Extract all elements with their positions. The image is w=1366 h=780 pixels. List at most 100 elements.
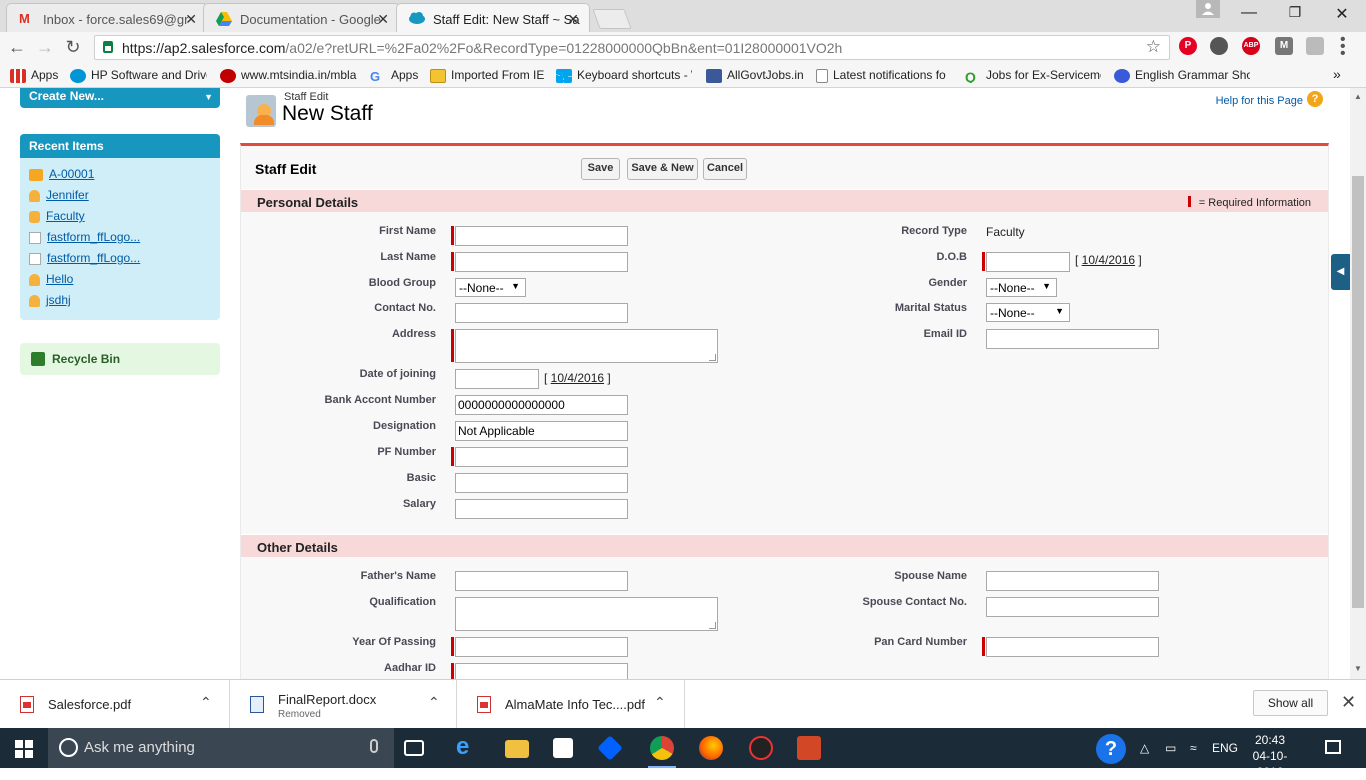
dob-today-link[interactable]: [ 10/4/2016 ]	[1075, 253, 1142, 267]
bookmark-latest-notifications[interactable]: Latest notifications fo	[816, 68, 951, 83]
adblock-plus-icon[interactable]: ABP	[1242, 37, 1260, 55]
show-all-downloads-button[interactable]: Show all	[1253, 690, 1328, 716]
gender-select[interactable]: --None-- ▼	[986, 278, 1057, 297]
tab-staff-edit[interactable]: Staff Edit: New Staff ~ Sa ✕	[396, 3, 590, 32]
new-tab-button[interactable]	[592, 9, 632, 29]
edge-icon[interactable]: e	[456, 735, 480, 760]
bookmark-mtsindia[interactable]: www.mtsindia.in/mbla	[220, 68, 357, 83]
close-window-icon[interactable]: ✕	[1322, 4, 1362, 24]
pan-card-input[interactable]	[986, 637, 1159, 657]
pinterest-icon[interactable]: P	[1179, 37, 1197, 55]
profile-avatar[interactable]	[1196, 0, 1220, 18]
download-item[interactable]: FinalReport.docx Removed ⌃	[230, 680, 457, 729]
restore-icon[interactable]: ❐	[1275, 4, 1315, 21]
recent-item[interactable]: fastform_ffLogo...	[29, 230, 140, 248]
cortana-search-box[interactable]: Ask me anything	[48, 728, 394, 768]
wifi-icon[interactable]: ≈	[1190, 741, 1197, 755]
network-icon[interactable]: ▭	[1165, 741, 1176, 755]
minimize-icon[interactable]: —	[1229, 4, 1269, 22]
bookmark-jobs-ex-servicemen[interactable]: Q Jobs for Ex-Serviceme	[965, 68, 1101, 83]
spouse-contact-input[interactable]	[986, 597, 1159, 617]
bookmark-hp[interactable]: HP Software and Drive	[70, 68, 207, 83]
marital-status-select[interactable]: --None-- ▼	[986, 303, 1070, 322]
address-bar[interactable]: https://ap2.salesforce.com/a02/e?retURL=…	[94, 35, 1170, 60]
help-tips-icon[interactable]: ?	[1096, 734, 1126, 764]
bookmark-imported-ie[interactable]: Imported From IE	[430, 68, 550, 83]
page-scrollbar[interactable]: ▲ ▼	[1350, 88, 1366, 679]
fathers-name-input[interactable]	[455, 571, 628, 591]
recent-item[interactable]: A-00001	[29, 167, 94, 185]
qualification-textarea[interactable]	[455, 597, 718, 631]
recent-item[interactable]: Jennifer	[29, 188, 89, 206]
bank-account-input[interactable]: 0000000000000000	[455, 395, 628, 415]
ext-m-icon[interactable]: M	[1275, 37, 1293, 55]
system-clock[interactable]: 20:43 04-10-2016	[1245, 732, 1295, 780]
recent-item[interactable]: Faculty	[29, 209, 85, 227]
designation-input[interactable]: Not Applicable	[455, 421, 628, 441]
tab-gmail[interactable]: M Inbox - force.sales69@gr ✕	[6, 3, 208, 32]
doj-today-link[interactable]: [ 10/4/2016 ]	[544, 371, 611, 385]
save-and-new-button[interactable]: Save & New	[627, 158, 698, 180]
reload-icon[interactable]: ↻	[62, 37, 84, 57]
download-item[interactable]: AlmaMate Info Tec....pdf ⌃	[457, 680, 685, 729]
tab-documentation[interactable]: Documentation - Google ✕	[203, 3, 400, 32]
last-name-input[interactable]	[455, 252, 628, 272]
tray-expand-icon[interactable]: △	[1140, 741, 1149, 755]
store-icon[interactable]	[553, 738, 573, 758]
tab-close-icon[interactable]: ✕	[567, 11, 579, 28]
cancel-button[interactable]: Cancel	[703, 158, 747, 180]
contact-no-input[interactable]	[455, 303, 628, 323]
help-icon[interactable]: ?	[1307, 91, 1323, 107]
salary-input[interactable]	[455, 499, 628, 519]
chevron-up-icon[interactable]: ⌃	[654, 694, 666, 711]
blood-group-select[interactable]: --None-- ▼	[455, 278, 526, 297]
scrollbar-thumb[interactable]	[1352, 176, 1364, 608]
dropbox-icon[interactable]	[597, 735, 623, 761]
microphone-icon[interactable]	[370, 739, 378, 753]
download-item[interactable]: Salesforce.pdf ⌃	[0, 680, 230, 729]
chevron-up-icon[interactable]: ⌃	[428, 694, 440, 711]
recent-item[interactable]: Hello	[29, 272, 73, 290]
film-reel-icon[interactable]	[1210, 37, 1228, 55]
create-new-dropdown[interactable]: Create New... ▼	[20, 88, 220, 108]
wpm-icon[interactable]	[749, 736, 773, 760]
tab-close-icon[interactable]: ✕	[377, 11, 389, 28]
menu-icon[interactable]: • • •	[1340, 32, 1346, 62]
dob-input[interactable]	[986, 252, 1070, 272]
bookmark-google-apps[interactable]: G Apps	[370, 68, 425, 83]
help-link[interactable]: Help for this Page	[1216, 95, 1303, 107]
recycle-bin-link[interactable]: Recycle Bin	[20, 343, 220, 375]
back-icon[interactable]: ←	[6, 37, 28, 57]
chevron-up-icon[interactable]: ⌃	[200, 694, 212, 711]
bookmark-allgovtjobs[interactable]: AllGovtJobs.in	[706, 68, 806, 83]
scroll-down-icon[interactable]: ▼	[1354, 664, 1362, 673]
aadhar-id-input[interactable]	[455, 663, 628, 679]
firefox-icon[interactable]	[699, 736, 723, 760]
file-explorer-icon[interactable]	[505, 740, 529, 758]
powerpoint-icon[interactable]	[797, 736, 821, 760]
language-indicator[interactable]: ENG	[1212, 741, 1238, 755]
spouse-name-input[interactable]	[986, 571, 1159, 591]
close-downloads-icon[interactable]: ✕	[1341, 692, 1356, 713]
tab-close-icon[interactable]: ✕	[185, 11, 197, 28]
windows-start-icon[interactable]	[15, 740, 33, 761]
forward-icon[interactable]: →	[34, 37, 56, 57]
recent-item[interactable]: jsdhj	[29, 293, 71, 311]
year-of-passing-input[interactable]	[455, 637, 628, 657]
scroll-up-icon[interactable]: ▲	[1354, 92, 1362, 101]
chrome-icon[interactable]	[650, 736, 674, 760]
sidebar-expand-tab[interactable]: ◀	[1331, 254, 1350, 290]
bookmarks-overflow-icon[interactable]: »	[1333, 66, 1341, 82]
bookmark-star-icon[interactable]: ☆	[1146, 37, 1161, 57]
notifications-icon[interactable]	[1325, 740, 1341, 754]
bookmark-keyboard-shortcuts[interactable]: Keyboard shortcuts - W	[556, 68, 692, 83]
bookmark-english-grammar[interactable]: English Grammar Sho	[1114, 68, 1250, 83]
basic-input[interactable]	[455, 473, 628, 493]
task-view-icon[interactable]	[404, 740, 424, 756]
save-button[interactable]: Save	[581, 158, 620, 180]
address-textarea[interactable]	[455, 329, 718, 363]
date-of-joining-input[interactable]	[455, 369, 539, 389]
pf-number-input[interactable]	[455, 447, 628, 467]
bookmark-apps[interactable]: Apps	[10, 68, 65, 83]
email-id-input[interactable]	[986, 329, 1159, 349]
